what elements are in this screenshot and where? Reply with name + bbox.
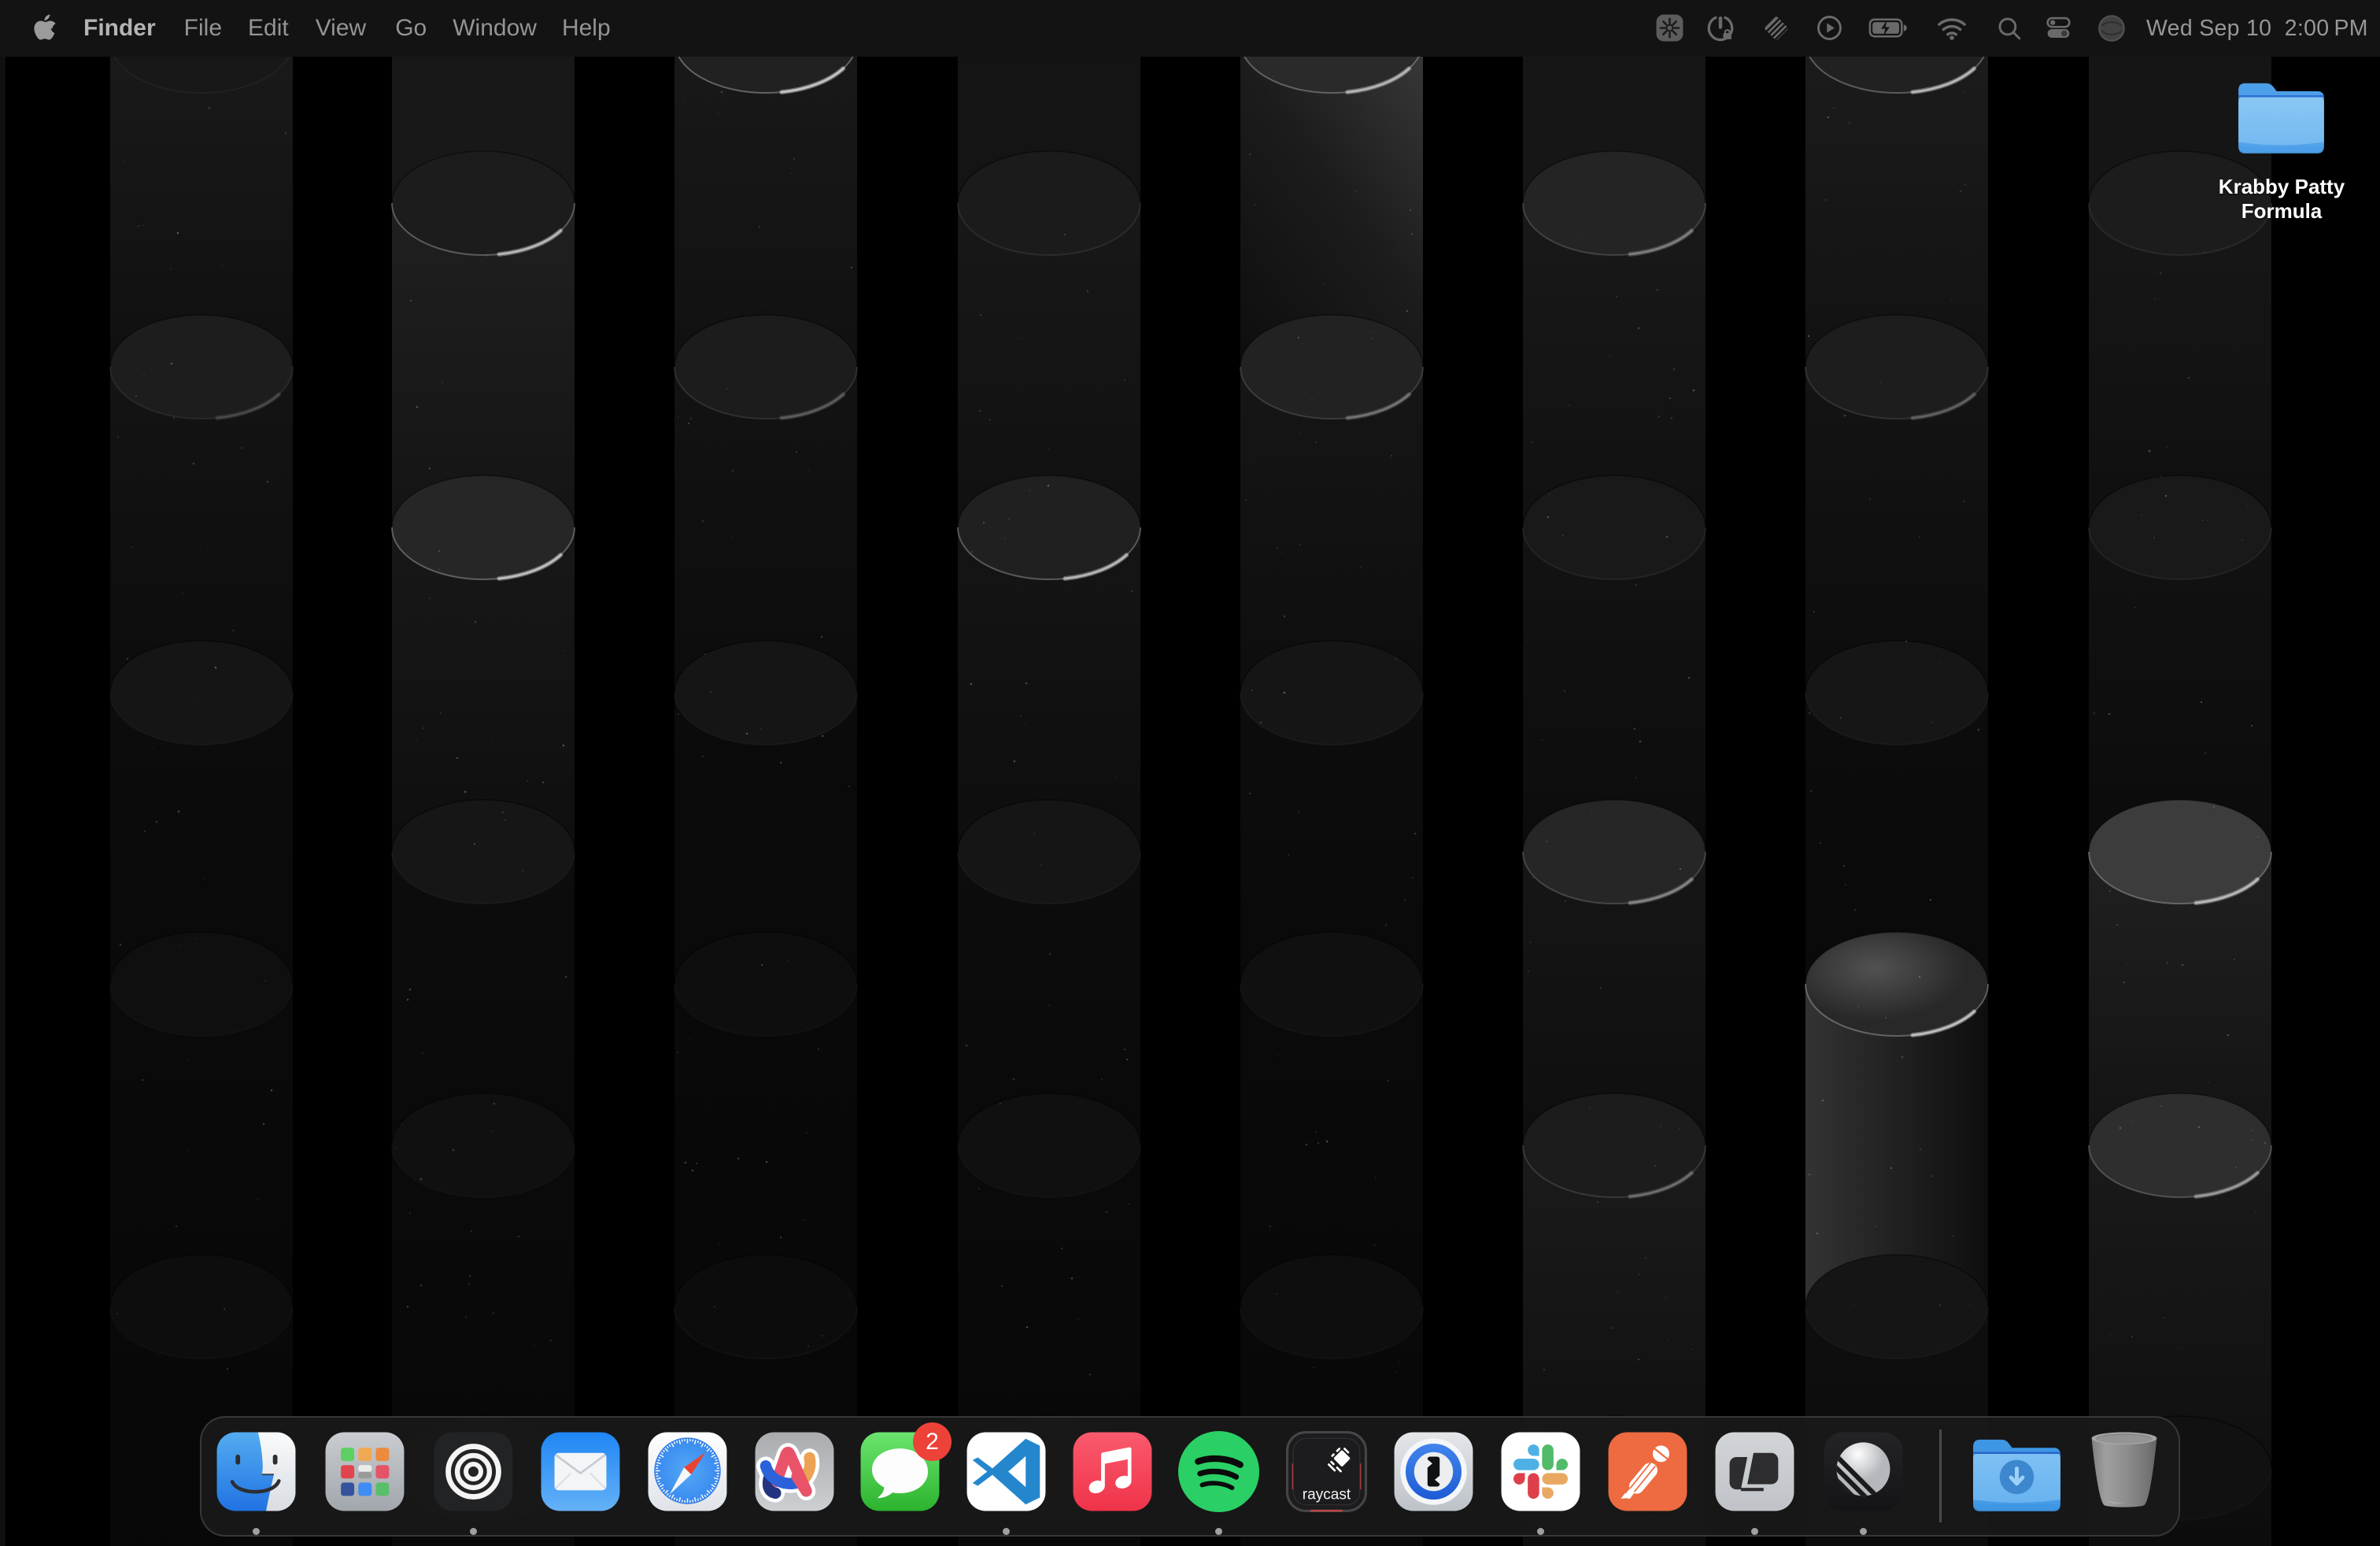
svg-text:raycast: raycast — [1303, 1487, 1351, 1503]
